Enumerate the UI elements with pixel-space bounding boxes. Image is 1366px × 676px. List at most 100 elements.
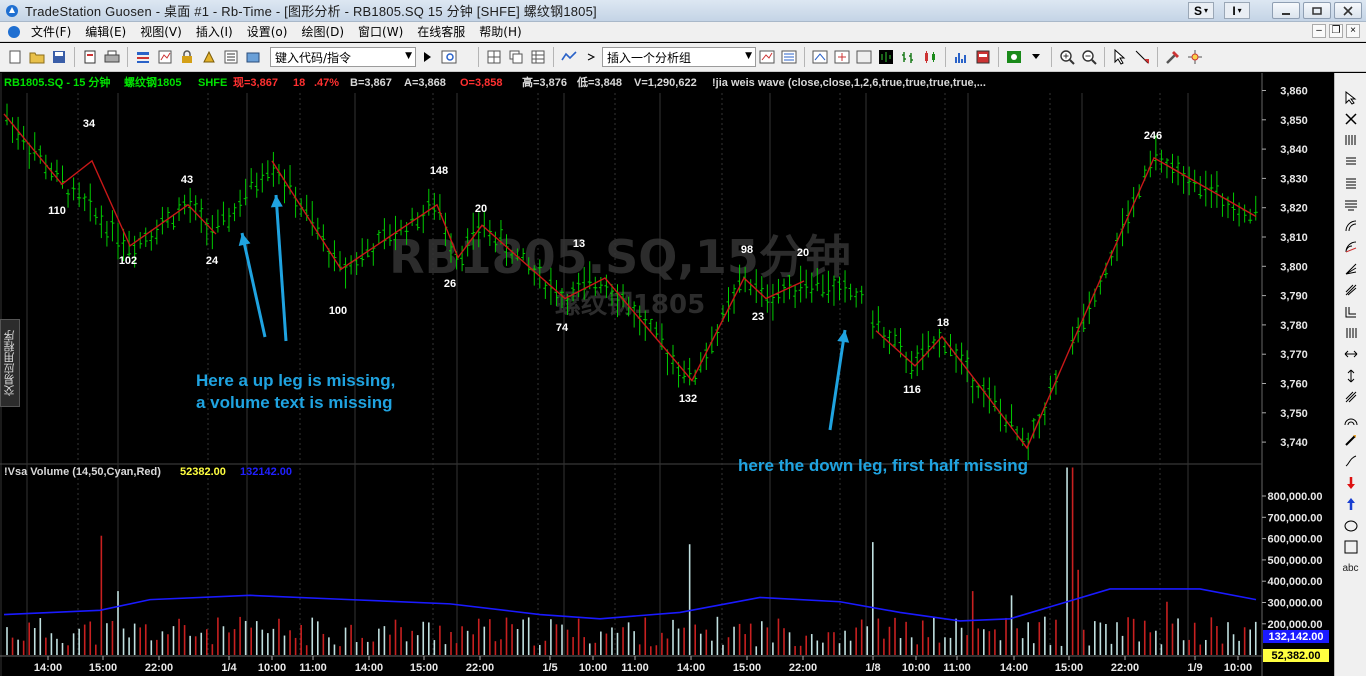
header-open: O=3,858 — [460, 77, 503, 89]
price-axis-label: 3,850 — [1280, 115, 1308, 127]
wave-volume-label: 116 — [903, 384, 921, 396]
chevron-down-icon[interactable] — [1027, 48, 1045, 66]
header-name: 螺纹钢1805 — [124, 75, 181, 89]
channel-tool-icon[interactable] — [1340, 301, 1362, 322]
bar-type-icon[interactable] — [899, 48, 917, 66]
i-dropdown-button[interactable]: I ▾ — [1224, 2, 1250, 19]
header-change: 18 — [293, 77, 305, 89]
print-preview-icon[interactable] — [81, 48, 99, 66]
menu-settings[interactable]: 设置(o) — [240, 23, 295, 40]
time-axis-label: 22:00 — [789, 662, 817, 674]
arrow-up-tool-icon[interactable] — [1340, 493, 1362, 514]
radar-icon[interactable] — [780, 48, 798, 66]
pointer-icon[interactable] — [1111, 48, 1129, 66]
insert-object-icon[interactable] — [1005, 48, 1023, 66]
trend-line-tool-icon[interactable] — [1340, 130, 1362, 151]
squiggle-tool-icon[interactable] — [1340, 451, 1362, 472]
display-icon[interactable] — [974, 48, 992, 66]
mdi-restore-button[interactable]: ❐ — [1329, 24, 1343, 38]
table-icon[interactable] — [855, 48, 873, 66]
new-icon[interactable] — [6, 48, 24, 66]
rectangle-tool-icon[interactable] — [1340, 536, 1362, 557]
vertical-line-tool-icon[interactable] — [1340, 151, 1362, 172]
parallel-tool-icon[interactable] — [1340, 386, 1362, 407]
price-bar — [343, 257, 348, 289]
chart-window[interactable]: RB1805.SQ - 15 分钟 螺纹钢1805 SHFE 现=3,867 1… — [0, 73, 1334, 676]
price-bar — [110, 210, 115, 242]
cursor-tool-icon[interactable] — [1340, 87, 1362, 108]
open-icon[interactable] — [28, 48, 46, 66]
fib-retrace-tool-icon[interactable] — [1340, 194, 1362, 215]
symbol-input[interactable]: 键入代码/指令 ▼ — [270, 47, 416, 67]
strategy-icon[interactable] — [200, 48, 218, 66]
menu-window[interactable]: 窗口(W) — [351, 23, 410, 40]
chart-analysis-icon[interactable] — [758, 48, 776, 66]
s-dropdown-button[interactable]: S ▾ — [1188, 2, 1214, 19]
move-tool-icon[interactable] — [1340, 344, 1362, 365]
crosshair-icon[interactable] — [1186, 48, 1204, 66]
maximize-button[interactable] — [1303, 2, 1331, 19]
options-icon[interactable] — [833, 48, 851, 66]
arrow-down-tool-icon[interactable] — [1340, 472, 1362, 493]
price-bar — [160, 206, 165, 235]
zoom-out-icon[interactable] — [1080, 48, 1098, 66]
fib-fan-tool-icon[interactable] — [1340, 237, 1362, 258]
settings-small-icon[interactable] — [582, 48, 600, 66]
matrix-icon[interactable] — [811, 48, 829, 66]
volume-bar-icon[interactable] — [952, 48, 970, 66]
menu-online-service[interactable]: 在线客服 — [410, 23, 472, 40]
text-tool-icon[interactable] — [1340, 108, 1362, 129]
grid-icon[interactable] — [529, 48, 547, 66]
menu-file[interactable]: 文件(F) — [24, 23, 78, 40]
andrews-tool-icon[interactable] — [1340, 280, 1362, 301]
extend-tool-icon[interactable] — [1340, 322, 1362, 343]
symbol-lookup-icon[interactable] — [440, 48, 458, 66]
menu-edit[interactable]: 编辑(E) — [78, 23, 133, 40]
horizontal-line-tool-icon[interactable] — [1340, 173, 1362, 194]
account-icon[interactable] — [244, 48, 262, 66]
indicator-icon[interactable] — [156, 48, 174, 66]
minimize-button[interactable] — [1272, 2, 1300, 19]
flag-icon[interactable] — [1133, 48, 1151, 66]
arc-tool-icon[interactable] — [1340, 408, 1362, 429]
lock-icon[interactable] — [178, 48, 196, 66]
wave-volume-label: 26 — [444, 278, 456, 290]
candle-type-icon[interactable] — [921, 48, 939, 66]
abc-tool-icon[interactable]: abc — [1340, 558, 1362, 579]
play-icon[interactable] — [418, 48, 436, 66]
print-icon[interactable] — [103, 48, 121, 66]
black-chart-icon[interactable] — [877, 48, 895, 66]
mdi-minimize-button[interactable]: – — [1312, 24, 1326, 38]
zoom-in-icon[interactable] — [1058, 48, 1076, 66]
app-menu-icon[interactable] — [6, 24, 22, 40]
volume-moving-average — [3, 588, 1257, 622]
header-bid: B=3,867 — [350, 77, 392, 89]
menu-help[interactable]: 帮助(H) — [472, 23, 528, 40]
analysis-group-select[interactable]: 插入一个分析组 ▼ — [602, 47, 756, 67]
wave-volume-label: 13 — [573, 238, 585, 250]
close-button[interactable] — [1334, 2, 1362, 19]
cascade-icon[interactable] — [507, 48, 525, 66]
format-icon[interactable] — [134, 48, 152, 66]
title-bar: TradeStation Guosen - 桌面 #1 - Rb-Time - … — [0, 0, 1366, 22]
orders-icon[interactable] — [222, 48, 240, 66]
mdi-close-button[interactable]: × — [1346, 24, 1360, 38]
menu-insert[interactable]: 插入(I) — [189, 23, 240, 40]
analysis-group-icon[interactable] — [560, 48, 578, 66]
price-bar — [71, 177, 76, 201]
trading-apps-tab[interactable]: 交易应用程序 — [0, 319, 20, 407]
curve-tool-icon[interactable] — [1340, 429, 1362, 450]
menu-view[interactable]: 视图(V) — [133, 23, 189, 40]
chart-canvas[interactable]: RB1805.SQ - 15 分钟 螺纹钢1805 SHFE 现=3,867 1… — [0, 73, 1334, 676]
price-axis-label: 3,740 — [1280, 437, 1308, 449]
tools-icon[interactable] — [1164, 48, 1182, 66]
tile-icon[interactable] — [485, 48, 503, 66]
fib-arc-tool-icon[interactable] — [1340, 215, 1362, 236]
wave-volume-label: 74 — [556, 322, 569, 334]
menu-draw[interactable]: 绘图(D) — [294, 23, 351, 40]
gann-tool-icon[interactable] — [1340, 258, 1362, 279]
watermark-name: 螺纹钢1805 — [555, 289, 705, 320]
resize-tool-icon[interactable] — [1340, 365, 1362, 386]
save-icon[interactable] — [50, 48, 68, 66]
ellipse-tool-icon[interactable] — [1340, 515, 1362, 536]
